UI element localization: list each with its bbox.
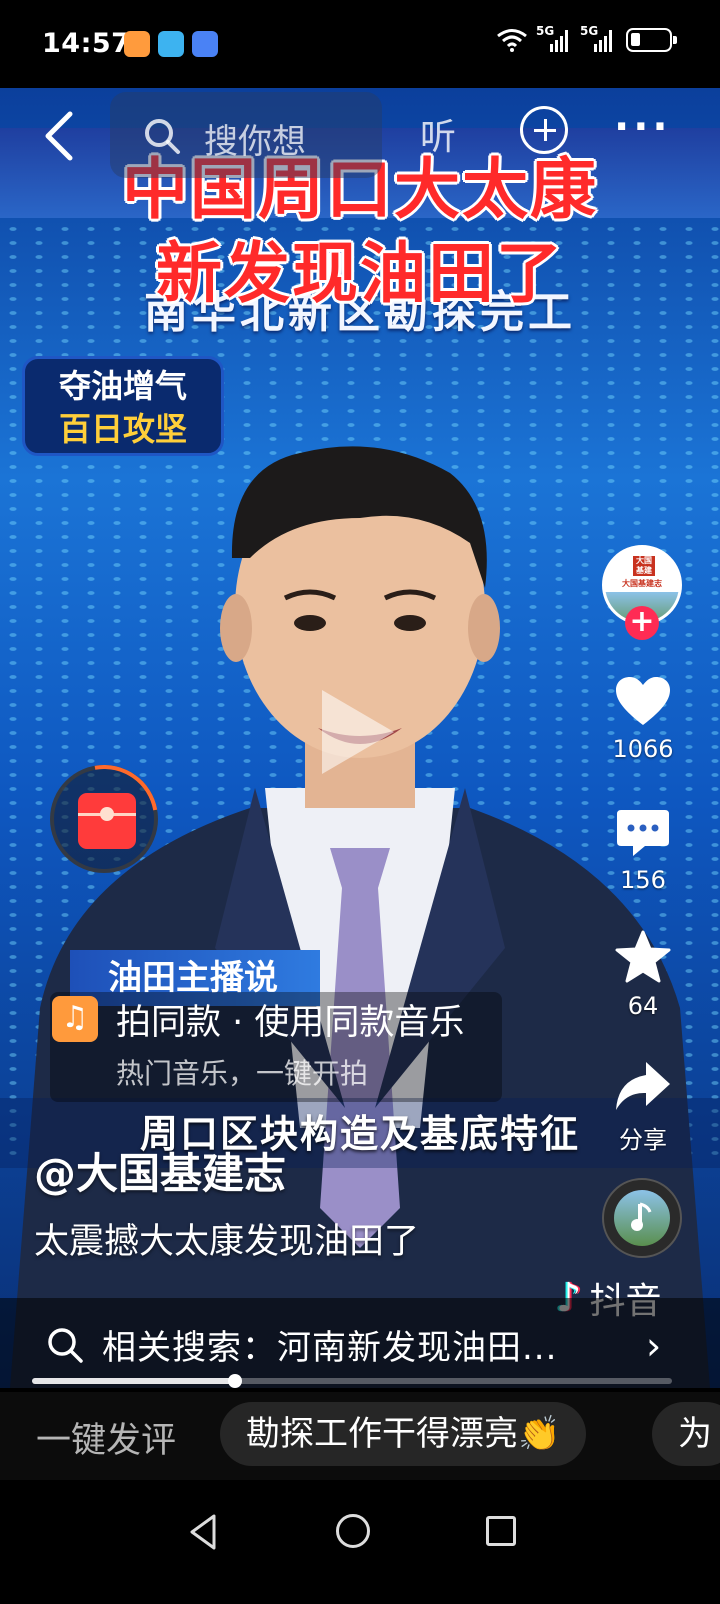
signal-icon: 5G	[580, 24, 616, 52]
add-icon[interactable]	[520, 106, 568, 154]
status-bar: 14:57 5G 5G	[0, 0, 720, 88]
follow-button[interactable]: +	[625, 606, 659, 640]
related-search-text: 相关搜索：河南新发现油田...	[102, 1328, 558, 1368]
nav-home-icon[interactable]	[336, 1514, 370, 1548]
badge-line-2: 百日攻坚	[58, 410, 187, 448]
signal-icon: 5G	[536, 24, 572, 52]
like-count: 1066	[612, 735, 674, 763]
search-icon	[48, 1328, 83, 1363]
quick-comment-label[interactable]: 一键发评	[36, 1412, 176, 1463]
quick-comment-chip[interactable]: 勘探工作干得漂亮👏	[220, 1402, 587, 1466]
book-app-icon	[158, 31, 184, 57]
music-disc[interactable]	[602, 1178, 682, 1258]
badge-line-1: 夺油增气	[58, 367, 187, 405]
heart-app-icon	[124, 31, 150, 57]
chevron-right-icon: ›	[646, 1324, 662, 1368]
red-envelope-icon	[78, 793, 136, 849]
video-progress-fill	[32, 1378, 235, 1384]
more-options-icon[interactable]: ···	[614, 107, 672, 147]
share-icon	[616, 1062, 670, 1110]
comment-icon	[617, 810, 669, 856]
comment-button[interactable]: 156	[598, 808, 688, 894]
music-title: 拍同款 · 使用同款音乐	[116, 1003, 465, 1043]
avatar-logo: 大国基建	[633, 556, 655, 576]
wifi-icon	[497, 29, 527, 52]
nav-recent-apps-icon[interactable]	[486, 1516, 516, 1546]
battery-icon	[626, 28, 677, 52]
favorite-button[interactable]: 64	[598, 930, 688, 1020]
video-headline-2: 新发现油田了	[156, 235, 564, 312]
favorite-count: 64	[627, 992, 659, 1020]
search-bar[interactable]: 搜你想	[110, 92, 382, 178]
play-icon[interactable]	[322, 690, 394, 774]
related-search-bar[interactable]: 相关搜索：河南新发现油田... ›	[0, 1298, 720, 1388]
heart-icon	[616, 677, 670, 725]
music-subtitle: 热门音乐，一键开拍	[116, 1057, 369, 1090]
author-name[interactable]: @大国基建志	[34, 1140, 286, 1201]
share-label: 分享	[619, 1126, 667, 1154]
red-packet-widget[interactable]	[28, 743, 180, 895]
video-badge: 夺油增气 百日攻坚	[22, 356, 224, 456]
use-music-row[interactable]: ♫ 拍同款 · 使用同款音乐 热门音乐，一键开拍	[50, 992, 502, 1102]
nav-back-icon[interactable]	[186, 1512, 220, 1552]
comment-bar: 一键发评 勘探工作干得漂亮👏 为	[0, 1392, 720, 1480]
comment-count: 156	[620, 866, 666, 894]
search-placeholder: 搜你想	[204, 122, 306, 162]
video-progress-knob[interactable]	[227, 1374, 242, 1388]
post-description: 太震撼大太康发现油田了	[34, 1222, 420, 1262]
avatar-name: 大国基建志	[622, 579, 662, 588]
listen-button[interactable]: 听	[420, 108, 456, 160]
music-note-icon	[631, 1202, 652, 1231]
star-icon	[615, 930, 671, 983]
network-type-2: 5G	[580, 24, 599, 38]
back-arrow-icon[interactable]	[40, 110, 80, 162]
music-note-icon: ♫	[52, 996, 98, 1042]
search-icon	[145, 119, 180, 154]
quick-comment-chip[interactable]: 为	[652, 1402, 720, 1466]
network-type-1: 5G	[536, 24, 555, 38]
like-button[interactable]: 1066	[598, 675, 688, 763]
video-progress-bar[interactable]	[32, 1374, 672, 1388]
message-app-icon	[192, 31, 218, 57]
status-time: 14:57	[42, 28, 131, 59]
share-button[interactable]: 分享	[598, 1060, 688, 1155]
system-navigation-bar	[0, 1480, 720, 1604]
